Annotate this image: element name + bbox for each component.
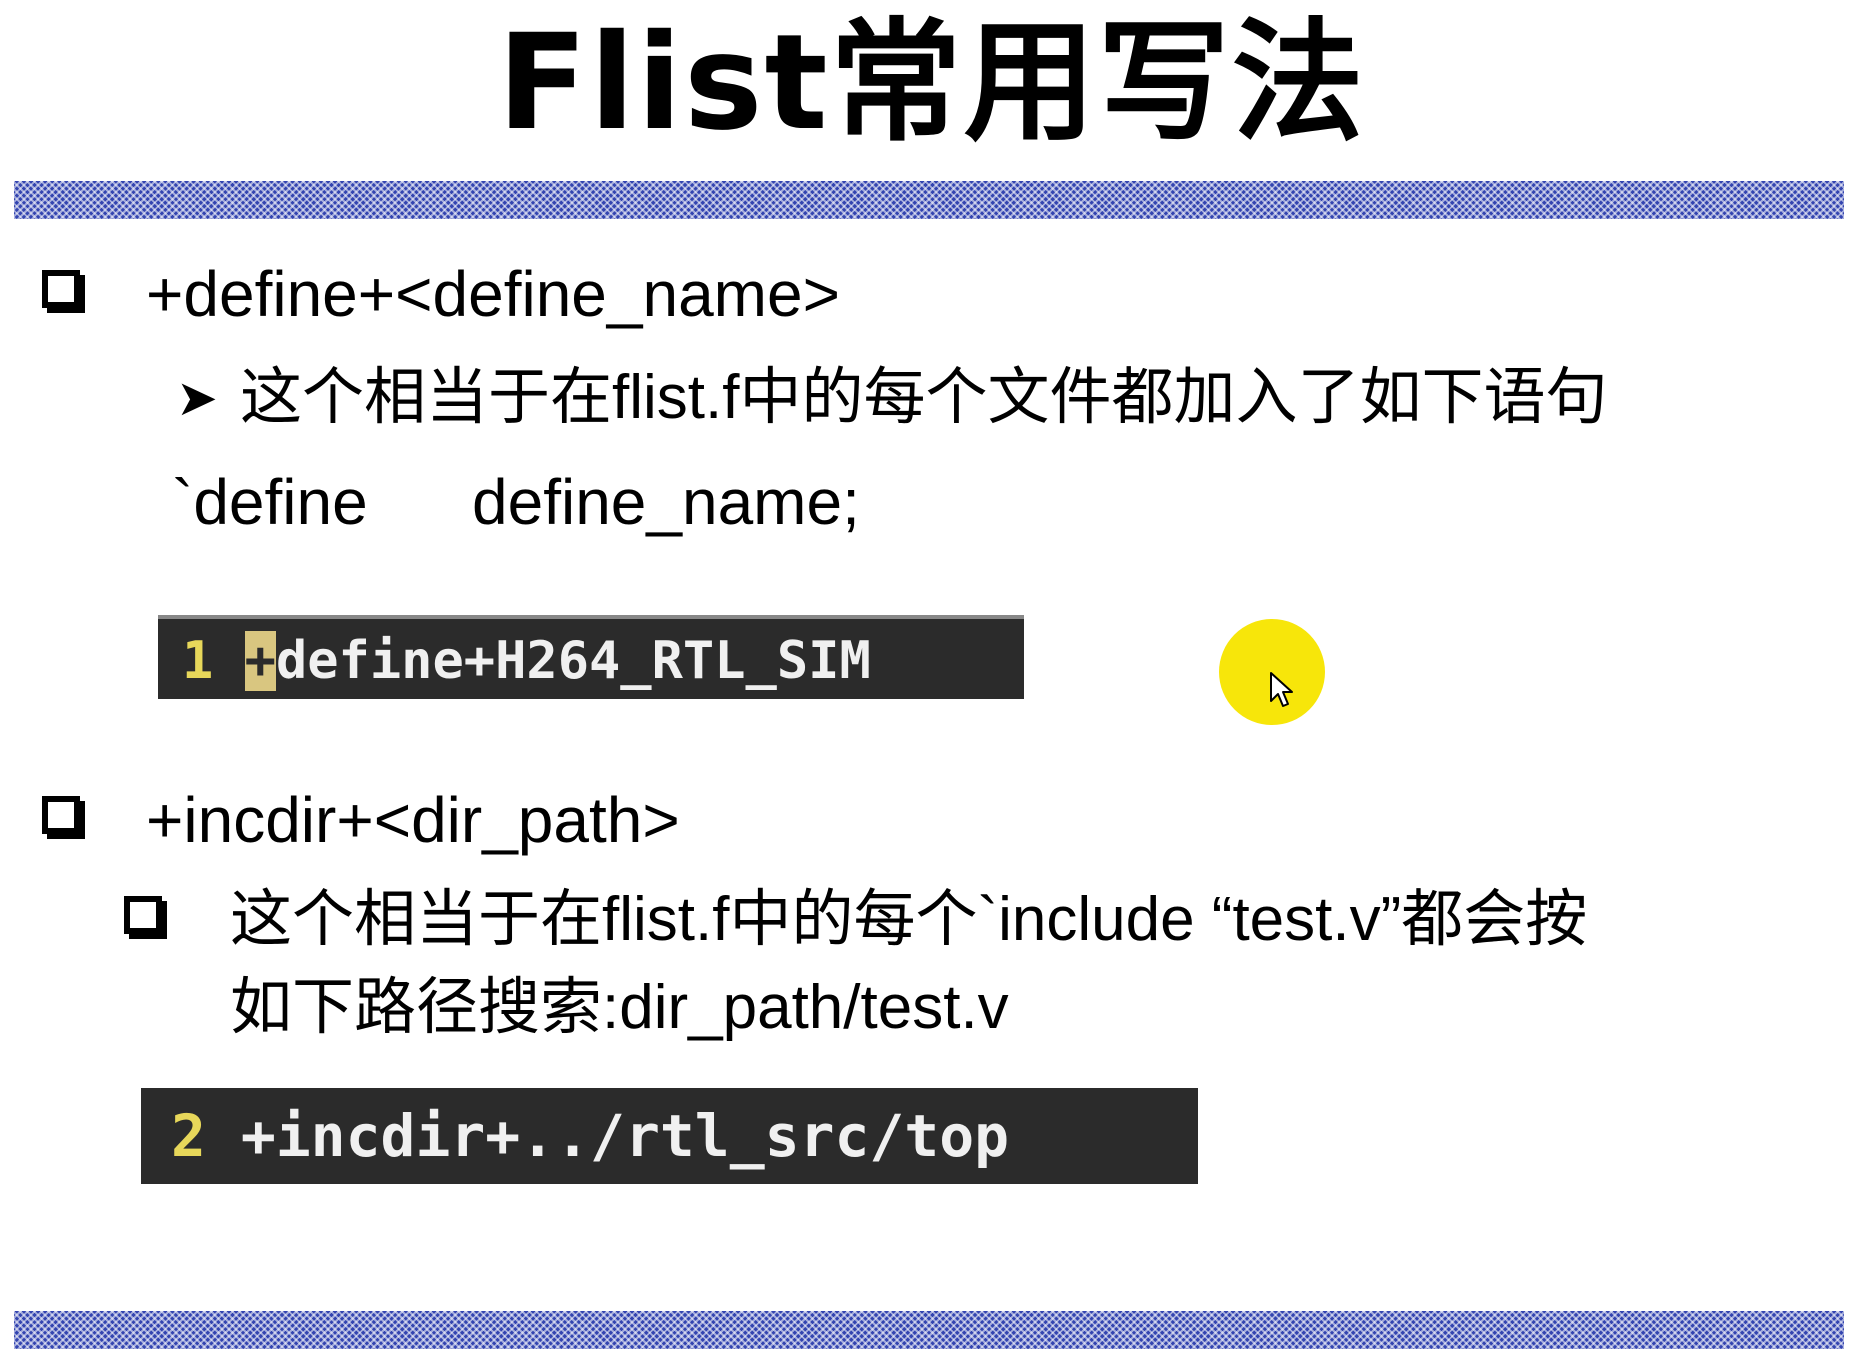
bottom-divider-band (14, 1311, 1844, 1349)
slide-title: Flist常用写法 (497, 6, 1366, 160)
code-line: +incdir+../rtl_src/top (240, 1102, 1010, 1170)
checkbox-square-icon (42, 270, 80, 308)
arrow-right-icon: ➤ (176, 369, 218, 427)
define-snippet-name: define_name; (472, 466, 860, 538)
mouse-cursor-icon (1270, 672, 1293, 707)
checkbox-square-icon (42, 796, 80, 834)
define-heading: +define+<define_name> (146, 258, 840, 330)
footer-strip (14, 1349, 1844, 1363)
define-description: 这个相当于在flist.f中的每个文件都加入了如下语句 (240, 363, 1608, 432)
line-number: 1 (182, 631, 214, 691)
incdir-code-block: 2 +incdir+../rtl_src/top (141, 1088, 1198, 1184)
text-cursor: + (244, 631, 276, 691)
define-code-block: 1 +define+H264_RTL_SIM (158, 615, 1024, 699)
define-snippet-keyword: `define (172, 466, 368, 538)
incdir-description-line2: 如下路径搜索:dir_path/test.v (230, 973, 1009, 1042)
top-divider-band (14, 181, 1844, 219)
checkbox-square-icon (124, 896, 162, 934)
incdir-heading: +incdir+<dir_path> (146, 784, 680, 856)
line-number: 2 (171, 1102, 206, 1170)
incdir-description-line1: 这个相当于在flist.f中的每个`include “test.v”都会按 (230, 885, 1588, 954)
code-line: define+H264_RTL_SIM (275, 631, 871, 691)
slide: Flist常用写法 +define+<define_name> ➤ 这个相当于在… (0, 0, 1863, 1363)
pointer-highlight (1219, 619, 1325, 725)
